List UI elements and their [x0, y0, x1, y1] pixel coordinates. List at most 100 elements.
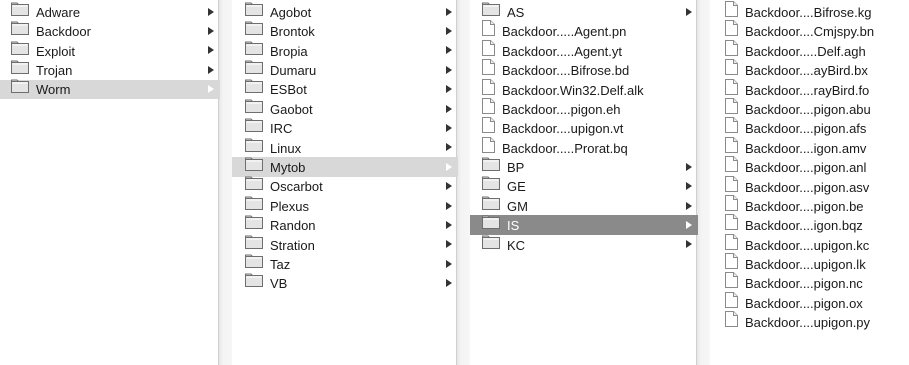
disclosure-arrow-icon — [446, 279, 452, 288]
file-item[interactable]: Backdoor.....Delf.agh — [710, 39, 909, 60]
item-label: Backdoor....Bifrose.kg — [745, 5, 872, 20]
folder-item[interactable]: Stration — [232, 235, 458, 254]
item-label: Taz — [270, 256, 291, 272]
file-item[interactable]: Backdoor....upigon.vt — [470, 117, 698, 138]
column-4[interactable]: Backdoor....Bifrose.kg Backdoor....Cmjspy… — [710, 0, 909, 365]
column-browser: Adware Backdoor Exploit Trojan Worm Agobot Br… — [0, 0, 909, 365]
file-item[interactable]: Backdoor....pigon.asv — [710, 175, 909, 197]
folder-icon — [482, 196, 500, 215]
item-label: Mytob — [270, 159, 306, 175]
file-item[interactable]: Backdoor....pigon.anl — [710, 156, 909, 176]
folder-item[interactable]: Trojan — [0, 60, 220, 79]
item-label: Backdoor — [36, 24, 91, 40]
column-3[interactable]: AS Backdoor.....Agent.pn Backdoor.....Agen… — [470, 0, 710, 365]
folder-item[interactable]: AS — [470, 2, 698, 21]
item-label: Backdoor....upigon.kc — [745, 237, 870, 253]
document-icon — [482, 39, 495, 61]
file-item[interactable]: Backdoor....upigon.kc — [710, 233, 909, 254]
folder-item[interactable]: Exploit — [0, 41, 220, 60]
item-label: Linux — [270, 140, 302, 156]
document-icon — [725, 136, 738, 158]
item-label: Dumaru — [270, 63, 317, 79]
folder-item[interactable]: ESBot — [232, 79, 458, 99]
file-item[interactable]: Backdoor.Win32.Delf.alk — [470, 78, 698, 100]
folder-icon — [245, 79, 263, 98]
folder-item[interactable]: Dumaru — [232, 60, 458, 79]
file-item[interactable]: Backdoor....pigon.nc — [710, 272, 909, 292]
folder-icon — [245, 60, 263, 79]
file-item[interactable]: Backdoor....upigon.py — [710, 311, 909, 332]
folder-item[interactable]: GE — [470, 176, 698, 196]
item-label: Backdoor....pigon.nc — [745, 276, 863, 292]
folder-item[interactable]: Agobot — [232, 2, 458, 21]
document-icon — [725, 78, 738, 100]
folder-item[interactable]: Adware — [0, 2, 220, 21]
file-item[interactable]: Backdoor....igon.bqz — [710, 214, 909, 235]
file-item[interactable]: Backdoor....igon.amv — [710, 136, 909, 158]
file-item[interactable]: Backdoor.....Agent.yt — [470, 39, 698, 61]
document-icon — [725, 59, 738, 80]
file-item[interactable]: Backdoor....ayBird.bx — [710, 59, 909, 80]
column-2[interactable]: Agobot Brontok Bropia Dumaru ESBot Gaobot IRC L… — [232, 0, 470, 365]
file-item[interactable]: Backdoor....pigon.be — [710, 194, 909, 215]
folder-icon — [245, 235, 263, 254]
folder-item[interactable]: Mytob — [232, 157, 458, 177]
file-item[interactable]: Backdoor....pigon.abu — [710, 97, 909, 118]
disclosure-arrow-icon — [686, 182, 692, 191]
document-icon — [725, 311, 738, 332]
folder-item[interactable]: Brontok — [232, 21, 458, 40]
document-icon — [482, 136, 495, 158]
file-item[interactable]: Backdoor....upigon.lk — [710, 253, 909, 273]
folder-item[interactable]: Linux — [232, 138, 458, 157]
folder-icon — [245, 254, 263, 273]
file-item[interactable]: Backdoor....Bifrose.bd — [470, 59, 698, 79]
folder-item[interactable]: Oscarbot — [232, 176, 458, 196]
item-label: Backdoor....pigon.ox — [745, 295, 863, 311]
column-4-list: Backdoor....Bifrose.kg Backdoor....Cmjspy… — [710, 1, 909, 332]
disclosure-arrow-icon — [446, 46, 452, 55]
file-item[interactable]: Backdoor....pigon.afs — [710, 117, 909, 138]
folder-item[interactable]: Gaobot — [232, 99, 458, 118]
file-item[interactable]: Backdoor....pigon.ox — [710, 291, 909, 313]
column-1[interactable]: Adware Backdoor Exploit Trojan Worm — [0, 0, 232, 365]
document-icon — [725, 175, 738, 197]
folder-item[interactable]: KC — [470, 235, 698, 254]
folder-icon — [245, 138, 263, 157]
file-item[interactable]: Backdoor....Bifrose.kg — [710, 1, 909, 21]
file-item[interactable]: Backdoor.....Prorat.bq — [470, 136, 698, 158]
folder-item[interactable]: Bropia — [232, 41, 458, 60]
file-item[interactable]: Backdoor.....Agent.pn — [470, 20, 698, 40]
document-icon — [725, 117, 738, 138]
folder-icon — [245, 273, 263, 292]
document-icon — [725, 291, 738, 313]
folder-item[interactable]: Taz — [232, 254, 458, 273]
folder-item[interactable]: Worm — [0, 79, 220, 99]
column-2-list: Agobot Brontok Bropia Dumaru ESBot Gaobot IRC L… — [232, 2, 470, 293]
disclosure-arrow-icon — [446, 124, 452, 133]
folder-item[interactable]: Plexus — [232, 196, 458, 215]
folder-item[interactable]: GM — [470, 196, 698, 215]
item-label: Backdoor.Win32.Delf.alk — [502, 82, 644, 98]
file-item[interactable]: Backdoor....Cmjspy.bn — [710, 20, 909, 40]
folder-item[interactable]: Backdoor — [0, 21, 220, 40]
folder-icon — [11, 21, 29, 40]
folder-item[interactable]: VB — [232, 273, 458, 292]
folder-item[interactable]: BP — [470, 157, 698, 176]
file-item[interactable]: Backdoor....rayBird.fo — [710, 78, 909, 100]
disclosure-arrow-icon — [446, 104, 452, 113]
item-label: Backdoor....Bifrose.bd — [502, 63, 630, 79]
folder-icon — [245, 2, 263, 21]
disclosure-arrow-icon — [446, 220, 452, 229]
disclosure-arrow-icon — [686, 201, 692, 210]
document-icon — [482, 78, 495, 100]
folder-item[interactable]: Randon — [232, 215, 458, 234]
document-icon — [482, 117, 495, 138]
file-item[interactable]: Backdoor....pigon.eh — [470, 97, 698, 118]
folder-item[interactable]: IS — [470, 215, 698, 235]
item-label: Backdoor....igon.bqz — [745, 218, 863, 234]
item-label: Backdoor....igon.amv — [745, 140, 867, 156]
document-icon — [725, 214, 738, 235]
disclosure-arrow-icon — [446, 27, 452, 36]
folder-item[interactable]: IRC — [232, 118, 458, 137]
folder-icon — [245, 157, 263, 176]
